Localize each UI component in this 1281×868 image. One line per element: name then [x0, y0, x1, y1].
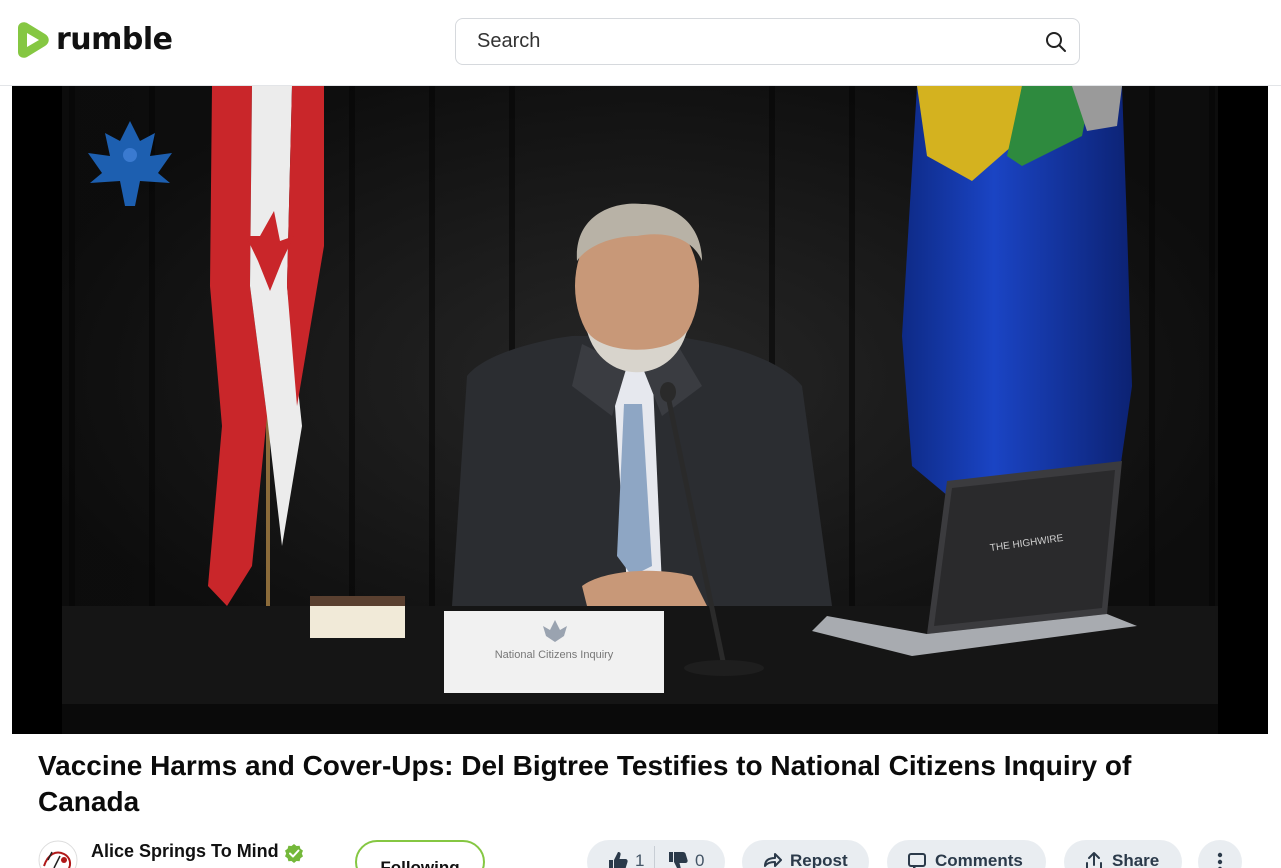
share-button[interactable]: Share [1064, 840, 1182, 868]
thumbs-up-icon [609, 852, 628, 868]
dislike-count: 0 [695, 851, 705, 868]
rumble-logo-icon [18, 22, 49, 58]
rumble-logo[interactable]: rumble [12, 20, 173, 60]
share-icon [1086, 852, 1102, 868]
search-box [455, 18, 1080, 65]
comment-icon [908, 853, 926, 868]
more-vertical-icon [1217, 852, 1223, 868]
like-button[interactable]: 1 [607, 850, 644, 868]
search-button[interactable] [1043, 29, 1069, 55]
more-options-button[interactable] [1198, 840, 1242, 868]
avatar-image [38, 840, 78, 868]
nameplate: National Citizens Inquiry [444, 611, 664, 693]
vote-group: 1 0 [587, 840, 725, 868]
search-input[interactable] [457, 20, 1027, 63]
vote-divider [654, 846, 655, 868]
share-label: Share [1112, 851, 1160, 868]
top-header: rumble [0, 0, 1281, 86]
comments-label: Comments [935, 851, 1023, 868]
comments-button[interactable]: Comments [887, 840, 1046, 868]
repost-label: Repost [790, 851, 848, 868]
like-count: 1 [635, 851, 645, 868]
dislike-button[interactable]: 0 [667, 850, 704, 868]
video-title: Vaccine Harms and Cover-Ups: Del Bigtree… [38, 750, 1132, 817]
search-icon [1046, 32, 1066, 52]
thumbs-down-icon [669, 852, 688, 868]
video-player[interactable]: National Citizens Inquiry THE HIGHWIRE [12, 86, 1268, 734]
video-frame: National Citizens Inquiry THE HIGHWIRE [12, 86, 1268, 734]
repost-icon [764, 853, 782, 867]
channel-avatar[interactable] [38, 840, 78, 868]
nameplate-text: National Citizens Inquiry [495, 649, 614, 661]
repost-button[interactable]: Repost [742, 840, 869, 868]
logo-text: rumble [56, 22, 173, 57]
channel-name[interactable]: Alice Springs To Mind [91, 840, 279, 862]
follow-button[interactable]: Following [355, 840, 485, 868]
verified-badge-icon [285, 844, 303, 863]
